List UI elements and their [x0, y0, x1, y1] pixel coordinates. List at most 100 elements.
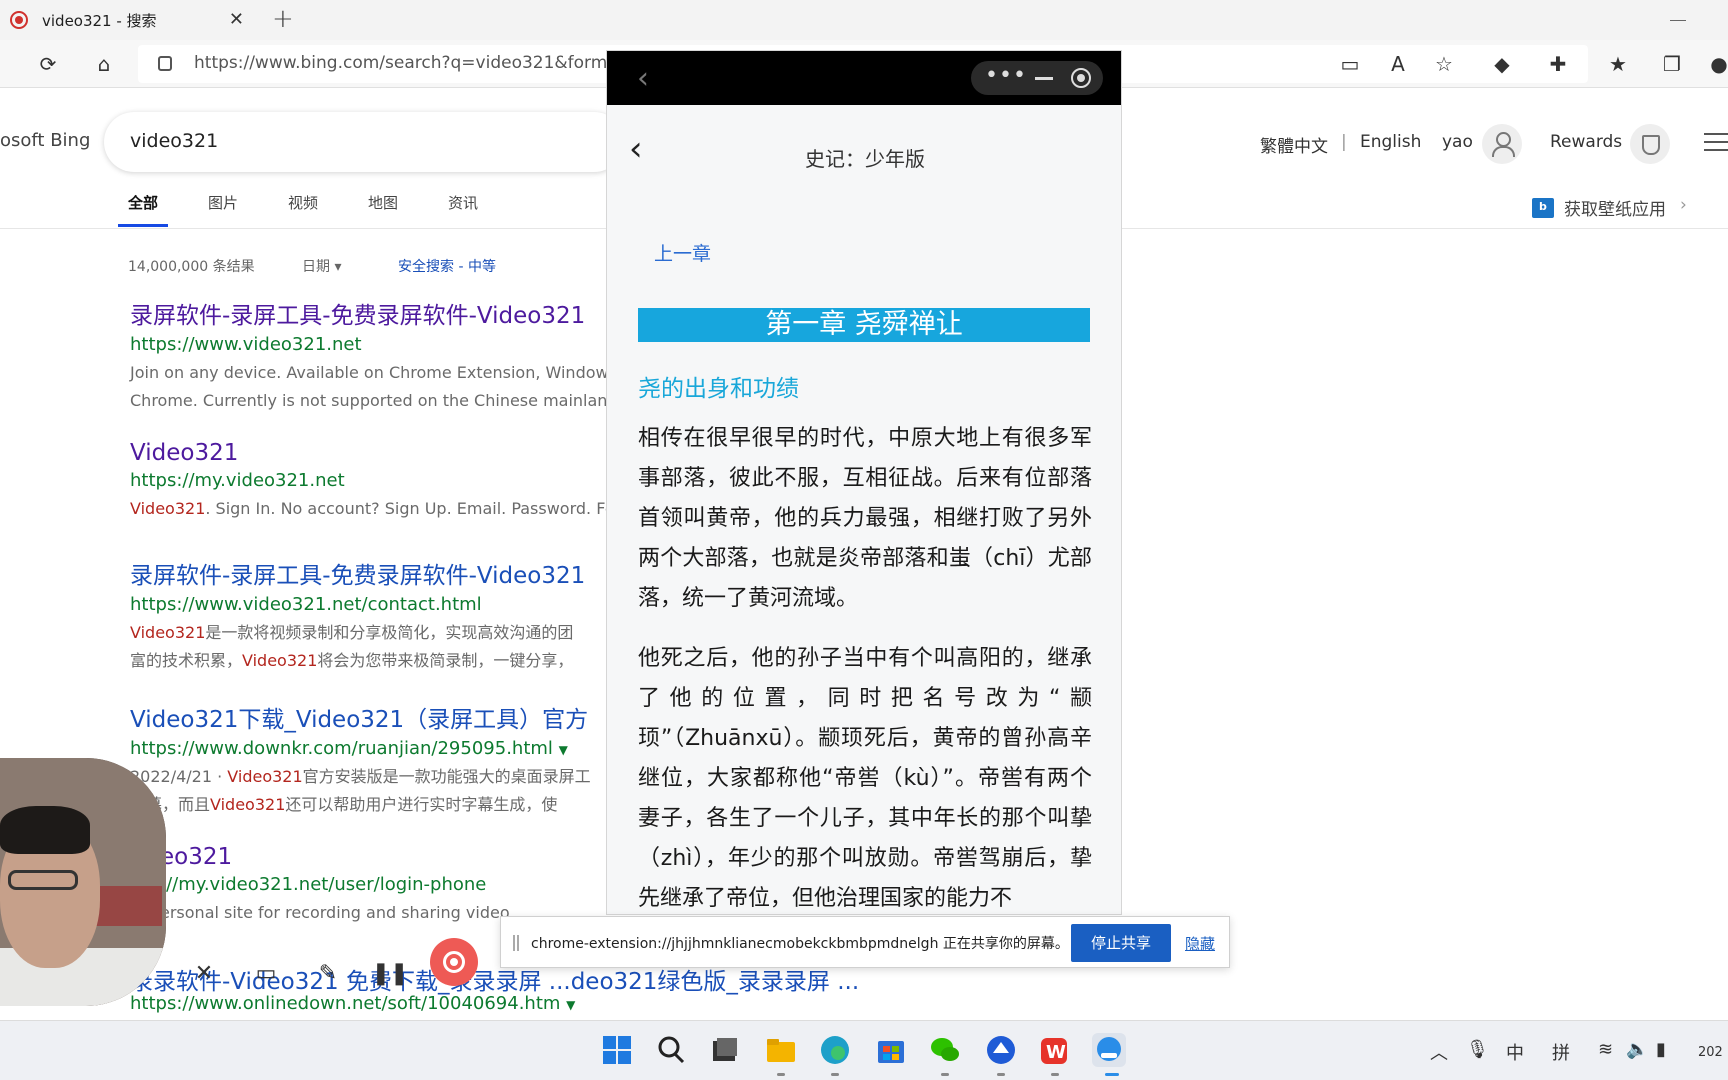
battery-icon[interactable]: ▮ — [1656, 1039, 1666, 1060]
result-url[interactable]: https://my.video321.net — [130, 470, 630, 491]
running-indicator — [941, 1073, 949, 1076]
result-snippet-line: Video321. Sign In. No account? Sign Up. … — [130, 495, 630, 523]
wifi-icon[interactable]: ≋ — [1598, 1039, 1613, 1060]
favorite-add-icon[interactable]: ☆ — [1430, 50, 1458, 78]
recorder-close-icon[interactable]: ✕ — [186, 955, 222, 991]
result-title[interactable]: Video321 — [130, 440, 630, 466]
menu-icon[interactable] — [1704, 133, 1728, 151]
snippet-text: 是一款将视频录制和分享极简化，实现高效沟通的团 — [205, 623, 574, 642]
result-count: 14,000,000 条结果 — [128, 259, 255, 275]
new-tab-icon[interactable]: + — [272, 4, 294, 34]
lang-traditional-link[interactable]: 繁體中文 — [1260, 132, 1328, 157]
caret-down-icon[interactable]: ▼ — [559, 743, 568, 757]
rewards-trophy-icon[interactable] — [1630, 124, 1670, 164]
record-button[interactable] — [430, 938, 478, 986]
result-url[interactable]: https://www.downkr.com/ruanjian/295095.h… — [130, 738, 630, 759]
rewards-link[interactable]: Rewards — [1550, 132, 1622, 152]
running-indicator — [997, 1073, 1005, 1076]
prev-chapter-link[interactable]: 上一章 — [654, 239, 711, 266]
search-input[interactable]: video321 — [130, 130, 218, 152]
tab-news[interactable]: 资讯 — [448, 192, 478, 213]
store-icon[interactable] — [874, 1033, 908, 1067]
search-icon[interactable] — [654, 1033, 688, 1067]
read-aloud-icon[interactable]: A — [1384, 50, 1412, 78]
clock[interactable]: 202 — [1698, 1045, 1723, 1060]
webcam-preview[interactable] — [0, 758, 166, 1006]
tab-videos[interactable]: 视频 — [288, 192, 318, 213]
search-result: eo321 ://my.video321.net/user/login-phon… — [160, 844, 660, 927]
result-title[interactable]: 录屏软件-录屏工具-免费录屏软件-Video321 — [130, 556, 630, 590]
snippet-text: 官方安装版是一款功能强大的桌面录屏工 — [302, 767, 591, 786]
result-url[interactable]: https://www.video321.net/contact.html — [130, 594, 630, 615]
tray-overflow-icon[interactable]: ︿ — [1430, 1039, 1448, 1065]
result-url-text[interactable]: https://www.downkr.com/ruanjian/295095.h… — [130, 738, 553, 759]
favorites-icon[interactable]: ★ — [1604, 50, 1632, 78]
result-url[interactable]: https://www.onlinedown.net/soft/10040694… — [130, 993, 575, 1014]
home-icon[interactable]: ⌂ — [90, 50, 118, 78]
microphone-icon[interactable]: 🎙 — [1466, 1039, 1489, 1060]
user-name[interactable]: yao — [1442, 132, 1473, 152]
file-explorer-icon[interactable] — [764, 1033, 798, 1067]
collections-icon[interactable]: ❐ — [1658, 50, 1686, 78]
drag-handle-icon[interactable] — [513, 935, 519, 951]
browser-tab[interactable]: video321 - 搜索 ✕ — [0, 0, 258, 40]
window-back-icon[interactable]: ‹ — [637, 61, 649, 96]
tab-images[interactable]: 图片 — [208, 192, 238, 213]
start-windows-icon[interactable] — [600, 1033, 634, 1067]
draw-pen-icon[interactable]: ✎ — [310, 955, 346, 991]
url-text[interactable]: https://www.bing.com/search?q=video321&f… — [194, 53, 664, 73]
hide-link[interactable]: 隐藏 — [1185, 933, 1215, 954]
bing-logo[interactable]: osoft Bing — [0, 130, 90, 151]
reader-content[interactable]: 上一章 第一章 尧舜禅让 尧的出身和功绩 相传在很早很早的时代，中原大地上有很多… — [607, 201, 1121, 914]
result-url-text[interactable]: https://www.onlinedown.net/soft/10040694… — [130, 993, 560, 1014]
more-icon[interactable]: ••• — [985, 63, 1027, 88]
result-snippet-line: 2022/4/21 · Video321官方安装版是一款功能强大的桌面录屏工 — [130, 763, 630, 791]
result-snippet-line: 富的技术积累，Video321将会为您带来极简录制，一键分享， — [130, 647, 630, 675]
refresh-icon[interactable]: ⟳ — [34, 50, 62, 78]
result-title[interactable]: eo321 — [160, 844, 660, 870]
safesearch-link[interactable]: 安全搜索 - 中等 — [398, 256, 496, 276]
bing-wallpaper-icon — [1532, 198, 1554, 218]
taskbar: W ︿ 🎙 中 拼 ≋ 🔈 ▮ 202 — [0, 1020, 1728, 1080]
chevron-right-icon[interactable]: › — [1680, 195, 1687, 215]
webcam-glasses — [8, 870, 78, 890]
result-url[interactable]: ://my.video321.net/user/login-phone — [160, 874, 660, 895]
result-title[interactable]: Video321下载_Video321（录屏工具）官方 — [130, 700, 630, 734]
chapter-title: 第一章 尧舜禅让 — [638, 308, 1090, 342]
search-box[interactable]: video321 — [104, 112, 624, 172]
running-indicator — [777, 1073, 785, 1076]
stop-sharing-button[interactable]: 停止共享 — [1071, 924, 1171, 962]
section-heading: 尧的出身和功绩 — [638, 376, 799, 402]
ime-mode[interactable]: 中 — [1506, 1039, 1524, 1065]
tab-maps[interactable]: 地图 — [368, 192, 398, 213]
tab-all[interactable]: 全部 — [128, 192, 158, 213]
edge-icon[interactable] — [818, 1033, 852, 1067]
ime-pinyin[interactable]: 拼 — [1552, 1039, 1570, 1065]
result-url[interactable]: https://www.video321.net — [130, 334, 630, 355]
feishu-icon[interactable] — [984, 1033, 1018, 1067]
tab-close-icon[interactable]: ✕ — [229, 9, 244, 30]
pause-icon[interactable]: ❚❚ — [372, 955, 409, 991]
date-filter[interactable]: 日期 ▾ — [302, 256, 341, 276]
video-icon[interactable]: ▭ — [1336, 50, 1364, 78]
snippet-highlight: Video321 — [227, 767, 303, 786]
snippet-highlight: Video321 — [130, 499, 206, 518]
extensions-icon[interactable]: ✚ — [1544, 50, 1572, 78]
wechat-icon[interactable] — [928, 1033, 962, 1067]
caret-down-icon[interactable]: ▼ — [566, 998, 575, 1012]
avatar[interactable] — [1482, 124, 1522, 164]
wps-icon[interactable]: W — [1038, 1033, 1072, 1067]
recorder-app-icon[interactable] — [1092, 1033, 1126, 1067]
window-minimize-icon[interactable] — [1670, 20, 1686, 21]
snippet-text: 将会为您带来极简录制，一键分享， — [317, 651, 574, 670]
task-view-icon[interactable] — [708, 1033, 742, 1067]
wallpaper-app-link[interactable]: 获取壁纸应用 — [1564, 195, 1666, 220]
volume-icon[interactable]: 🔈 — [1626, 1039, 1648, 1060]
lang-english-link[interactable]: English — [1360, 132, 1421, 152]
result-title[interactable]: 录屏软件-录屏工具-免费录屏软件-Video321 — [130, 296, 630, 330]
close-target-icon[interactable] — [1071, 68, 1091, 88]
minimize-icon[interactable] — [1035, 77, 1053, 80]
copilot-icon[interactable]: ◆ — [1488, 50, 1516, 78]
camera-toggle-icon[interactable]: ▭ — [248, 955, 284, 991]
profile-icon[interactable]: ● — [1710, 50, 1728, 78]
